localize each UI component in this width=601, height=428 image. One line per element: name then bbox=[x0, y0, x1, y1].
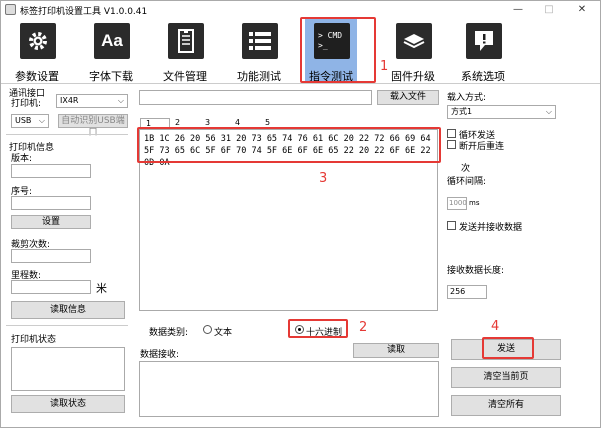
chevron-down-icon: ⌵ bbox=[117, 96, 124, 105]
load-mode-select-value: 方式1 bbox=[451, 107, 473, 116]
data-type-label: 数据类别: bbox=[149, 328, 189, 338]
annotation-label-3: 3 bbox=[319, 171, 328, 186]
left-panel: 通讯接口 打印机: IX4R ⌵ USB ⌵ 自动识别USB端口 打印机信息 版… bbox=[6, 85, 128, 425]
reconnect-checkbox[interactable] bbox=[447, 140, 456, 149]
list-icon bbox=[242, 23, 278, 59]
data-receive-field[interactable] bbox=[139, 361, 439, 417]
annotation-label-4: 4 bbox=[491, 319, 500, 334]
annotation-box-2 bbox=[288, 319, 348, 338]
loop-interval-unit: ms bbox=[469, 199, 480, 207]
load-mode-select[interactable]: 方式1 ⌵ bbox=[447, 105, 556, 119]
send-and-receive-checkbox[interactable] bbox=[447, 221, 456, 230]
data-receive-label: 数据接收: bbox=[140, 350, 180, 360]
mileage-unit: 米 bbox=[96, 282, 107, 295]
serial-field[interactable] bbox=[11, 196, 91, 210]
loop-send-checkbox[interactable] bbox=[447, 129, 456, 138]
tab-function-test[interactable]: 功能测试 bbox=[227, 19, 291, 84]
printer-select-value: IX4R bbox=[60, 96, 79, 105]
printer-label: 打印机: bbox=[11, 99, 42, 109]
cut-count-field[interactable] bbox=[11, 249, 91, 263]
reconnect-label: 断开后重连 bbox=[459, 142, 505, 152]
tab-font-download[interactable]: Aa 字体下载 bbox=[79, 19, 143, 84]
tab-function-test-label: 功能测试 bbox=[237, 70, 281, 83]
annotation-box-1 bbox=[300, 17, 376, 83]
mileage-field[interactable] bbox=[11, 280, 91, 294]
port-select-value: USB bbox=[15, 116, 32, 125]
minimize-button[interactable]: — bbox=[507, 3, 529, 17]
annotation-label-1: 1 bbox=[380, 59, 389, 74]
annotation-box-4 bbox=[482, 337, 534, 359]
tab-system-options[interactable]: 系统选项 bbox=[451, 19, 515, 84]
document-icon bbox=[168, 23, 204, 59]
loop-times-unit: 次 bbox=[461, 164, 471, 174]
tab-parameter-settings-label: 参数设置 bbox=[15, 70, 59, 83]
tab-file-management-label: 文件管理 bbox=[163, 70, 207, 83]
settings-button[interactable]: 设置 bbox=[11, 215, 91, 229]
read-button[interactable]: 读取 bbox=[353, 343, 439, 358]
printer-select[interactable]: IX4R ⌵ bbox=[56, 94, 128, 108]
divider bbox=[6, 325, 128, 326]
tab-font-download-label: 字体下载 bbox=[89, 70, 133, 83]
annotation-box-3 bbox=[137, 127, 441, 163]
receive-length-input[interactable]: 256 bbox=[447, 285, 487, 299]
printer-status-group-label: 打印机状态 bbox=[11, 335, 57, 345]
annotation-label-2: 2 bbox=[359, 320, 368, 335]
font-icon: Aa bbox=[94, 23, 130, 59]
chip-icon bbox=[396, 23, 432, 59]
auto-usb-button[interactable]: 自动识别USB端口 bbox=[58, 114, 128, 138]
port-select[interactable]: USB ⌵ bbox=[11, 114, 49, 128]
window-title: 标签打印机设置工具 V1.0.0.41 bbox=[20, 7, 148, 17]
type-text-radio[interactable] bbox=[203, 325, 212, 334]
app-icon bbox=[5, 4, 16, 15]
version-field[interactable] bbox=[11, 164, 91, 178]
clear-current-page-button[interactable]: 清空当前页 bbox=[451, 367, 561, 388]
receive-length-label: 接收数据长度: bbox=[447, 266, 505, 276]
load-file-button[interactable]: 载入文件 bbox=[377, 90, 439, 105]
tab-parameter-settings[interactable]: 参数设置 bbox=[5, 19, 69, 84]
load-mode-label: 载入方式: bbox=[447, 93, 487, 103]
read-info-button[interactable]: 读取信息 bbox=[11, 301, 125, 319]
file-path-input[interactable] bbox=[139, 90, 372, 105]
maximize-button[interactable]: □ bbox=[538, 3, 560, 17]
close-button[interactable]: ✕ bbox=[571, 3, 593, 17]
version-label: 版本: bbox=[11, 154, 33, 164]
read-status-button[interactable]: 读取状态 bbox=[11, 395, 125, 413]
tab-firmware-upgrade[interactable]: 固件升级 bbox=[381, 19, 445, 84]
loop-interval-input[interactable]: 1000 bbox=[447, 197, 467, 210]
tab-system-options-label: 系统选项 bbox=[461, 70, 505, 83]
clear-all-button[interactable]: 清空所有 bbox=[451, 395, 561, 416]
tab-firmware-upgrade-label: 固件升级 bbox=[391, 70, 435, 83]
send-and-receive-label: 发送并接收数据 bbox=[459, 223, 523, 233]
divider bbox=[6, 134, 128, 135]
tab-file-management[interactable]: 文件管理 bbox=[153, 19, 217, 84]
gear-icon bbox=[20, 23, 56, 59]
alert-icon bbox=[466, 23, 502, 59]
printer-status-field bbox=[11, 347, 125, 391]
app-window: 标签打印机设置工具 V1.0.0.41 — □ ✕ 参数设置 Aa 字体下载 文… bbox=[0, 0, 601, 428]
chevron-down-icon: ⌵ bbox=[545, 107, 552, 116]
loop-interval-label: 循环间隔: bbox=[447, 177, 487, 187]
type-text-label: 文本 bbox=[214, 328, 233, 338]
chevron-down-icon: ⌵ bbox=[38, 116, 45, 125]
